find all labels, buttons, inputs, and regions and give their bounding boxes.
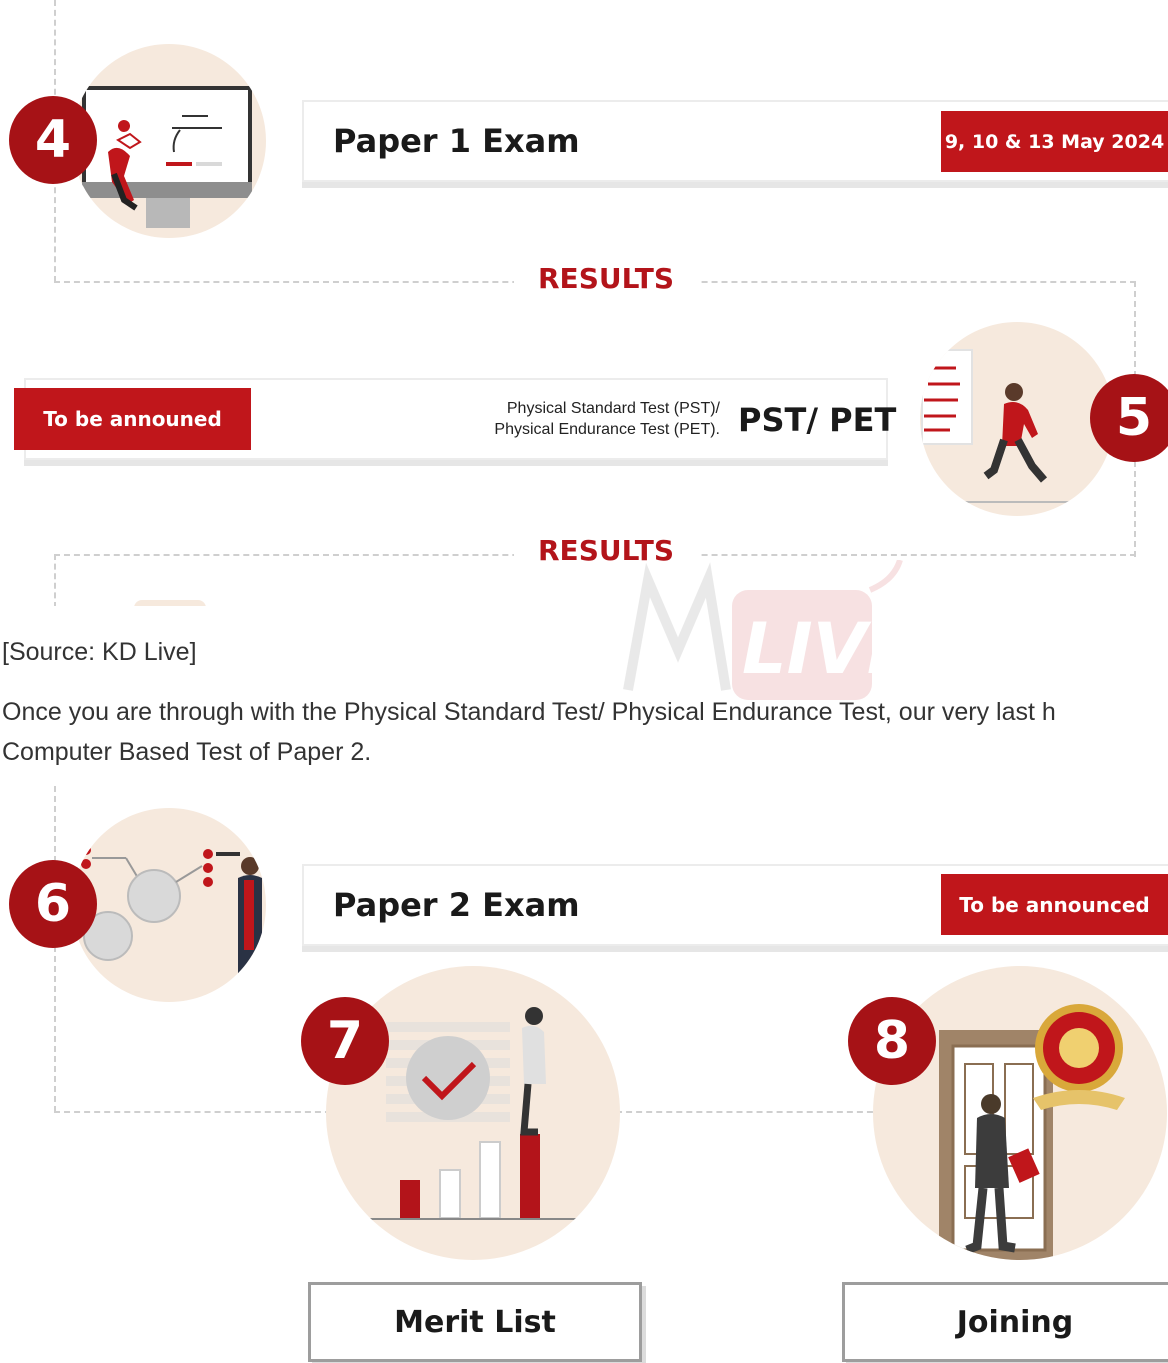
step-number-badge: 6 [9, 860, 97, 948]
step-number-badge: 5 [1090, 374, 1168, 462]
results-label: RESULTS [514, 262, 699, 295]
description-line: Physical Standard Test (PST)/ [506, 400, 720, 417]
runner-illustration [920, 322, 1114, 516]
step-title: PST/ PET [738, 401, 897, 439]
joining-box: Joining [842, 1282, 1168, 1362]
description-line: Physical Endurance Test (PET). [494, 421, 720, 438]
exam-illustration [72, 44, 266, 238]
step-number-badge: 4 [9, 96, 97, 184]
kd-live-watermark: LIVE [608, 559, 915, 710]
paper2-illustration [72, 808, 266, 1002]
status-tag: To be announced [941, 874, 1168, 935]
watermark-text: LIVE [742, 608, 915, 690]
step-number-badge: 8 [848, 997, 936, 1085]
pst-description: Physical Standard Test (PST)/ Physical E… [440, 398, 720, 440]
status-tag: To be announed [14, 388, 251, 450]
date-tag: 9, 10 & 13 May 2024 [941, 111, 1168, 172]
connector-line [54, 786, 56, 1112]
connector-line [54, 554, 56, 608]
step-title: Paper 2 Exam [333, 886, 580, 924]
step-title: Paper 1 Exam [333, 122, 580, 160]
section-cut [0, 606, 1168, 610]
step-number-badge: 7 [301, 997, 389, 1085]
source-caption: [Source: KD Live] [2, 638, 197, 666]
merit-list-box: Merit List [308, 1282, 642, 1362]
paragraph-line: Computer Based Test of Paper 2. [2, 738, 372, 766]
